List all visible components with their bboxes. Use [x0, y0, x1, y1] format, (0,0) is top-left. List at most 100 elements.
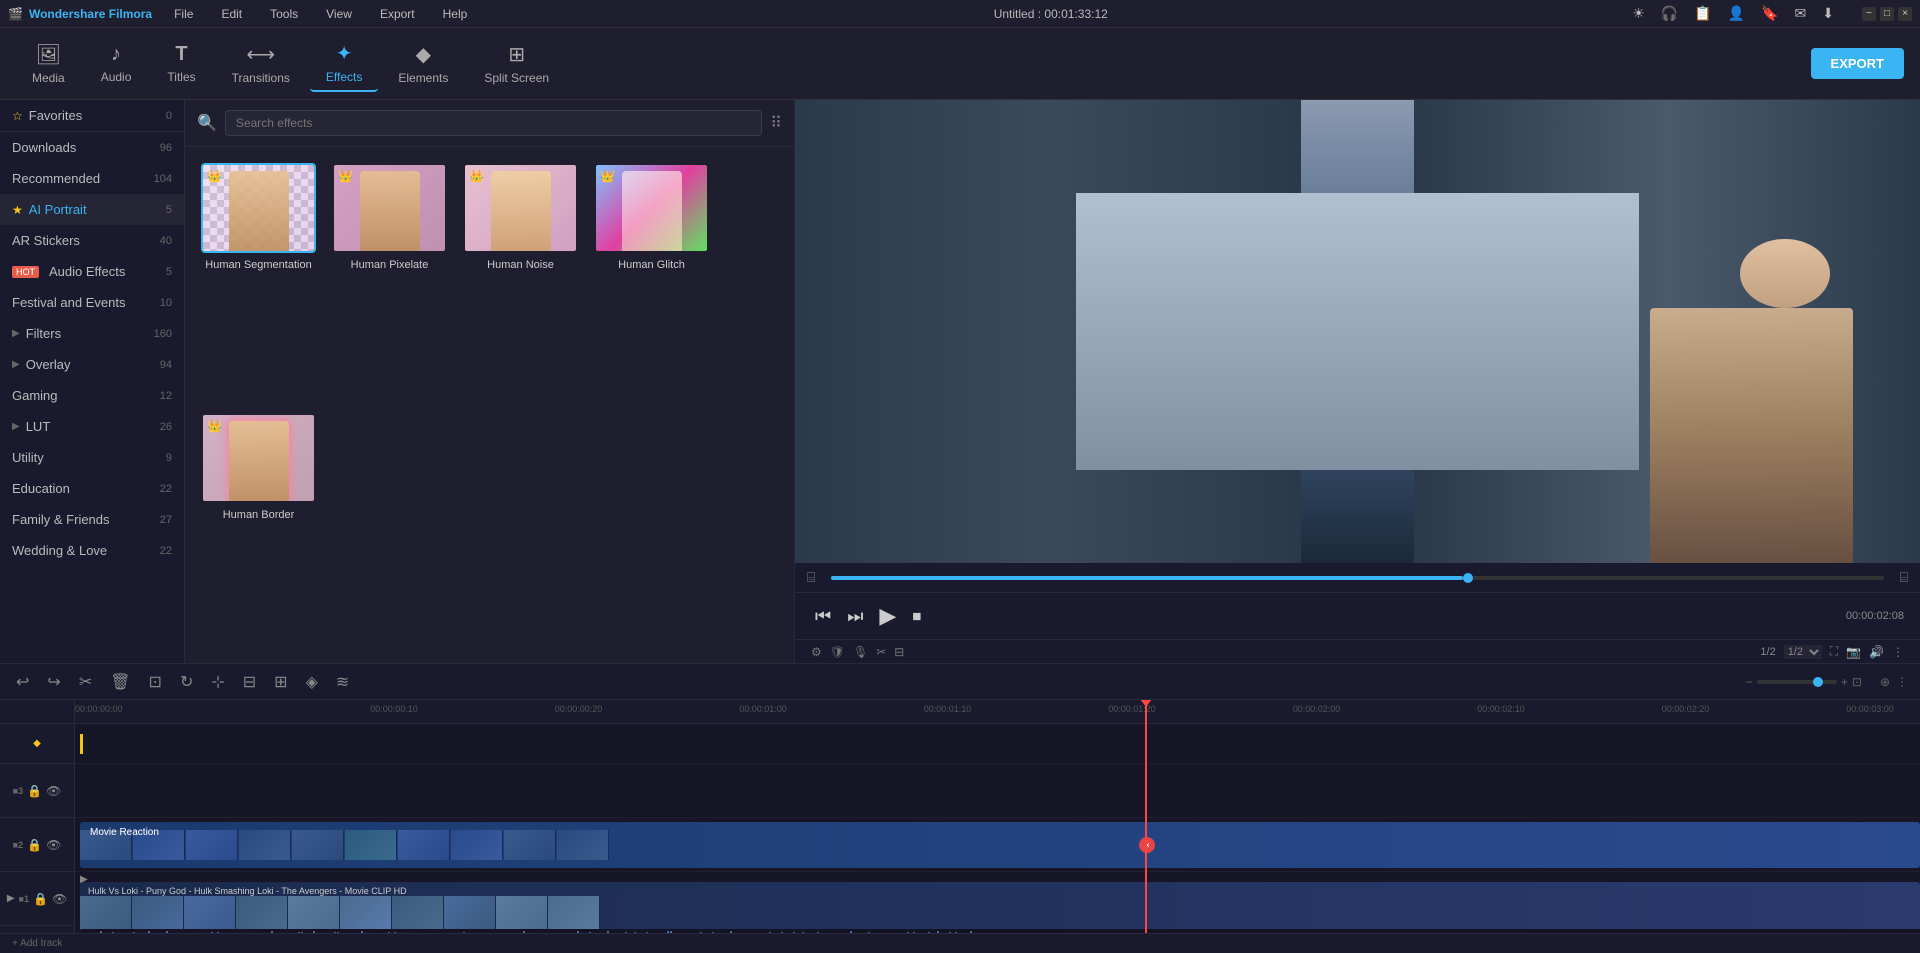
toolbar-elements[interactable]: ◆ Elements	[382, 36, 464, 91]
sidebar-item-education[interactable]: Education 22	[0, 473, 184, 504]
sidebar-label-ar-stickers: AR Stickers	[12, 233, 80, 248]
sidebar-item-ai-portrait[interactable]: ★ AI Portrait 5	[0, 194, 184, 225]
bracket-left-icon[interactable]: ⌸	[807, 569, 815, 586]
zoom-fit-icon[interactable]: ⊡	[1852, 675, 1862, 689]
sidebar-item-overlay[interactable]: ▶ Overlay 94	[0, 349, 184, 380]
download-icon[interactable]: ⬇	[1818, 3, 1838, 24]
redo-button[interactable]: ↪	[43, 670, 64, 694]
menu-view[interactable]: View	[320, 5, 358, 23]
volume-icon[interactable]: 🔊	[1869, 645, 1884, 659]
track1-eye-icon[interactable]: 👁	[52, 892, 67, 906]
export-button[interactable]: EXPORT	[1811, 48, 1904, 79]
ratio-select[interactable]: 1/21/1Full	[1784, 645, 1822, 659]
bookmark-icon[interactable]: 🔖	[1757, 3, 1782, 24]
toolbar-split-screen[interactable]: ⊞ Split Screen	[468, 36, 565, 91]
menu-file[interactable]: File	[168, 5, 199, 23]
toolbar-effects[interactable]: ✦ Effects	[310, 35, 378, 92]
settings-icon[interactable]: ⚙	[811, 645, 822, 659]
sidebar-item-utility[interactable]: Utility 9	[0, 442, 184, 473]
mic-icon[interactable]: 🎙	[853, 645, 868, 659]
track-header-3: ■3 🔒 👁	[0, 764, 74, 818]
scissors-icon[interactable]: ✂	[876, 645, 886, 659]
fullscreen-icon[interactable]: ⛶	[1830, 644, 1838, 659]
effect-item-human-segmentation[interactable]: 👑 Human Segmentation	[201, 163, 316, 397]
sidebar-item-wedding-love[interactable]: Wedding & Love 22	[0, 535, 184, 566]
more-icon[interactable]: ⋮	[1892, 645, 1904, 659]
headphone-icon[interactable]: 🎧	[1657, 3, 1682, 24]
sidebar-item-ar-stickers[interactable]: AR Stickers 40	[0, 225, 184, 256]
track3-eye-icon[interactable]: 👁	[46, 784, 61, 798]
track2-eye-icon[interactable]: 👁	[46, 838, 61, 852]
transform-button[interactable]: ⊞	[270, 670, 291, 694]
track1-clip-video[interactable]: Hulk Vs Loki - Puny God - Hulk Smashing …	[80, 882, 1920, 932]
zoom-slider[interactable]	[1757, 680, 1837, 684]
split-button[interactable]: ⊟	[239, 670, 260, 694]
track-row-1[interactable]: ▶ Hulk Vs Loki - Puny God - Hulk Smashin…	[75, 872, 1920, 933]
stop-button[interactable]: ⏹	[908, 602, 925, 631]
effect-item-human-noise[interactable]: 👑 Human Noise	[463, 163, 578, 397]
delete-button[interactable]: 🗑	[106, 670, 134, 694]
sidebar-item-downloads[interactable]: Downloads 96	[0, 132, 184, 163]
recommended-count: 104	[154, 173, 172, 185]
mail-icon[interactable]: ✉	[1791, 3, 1811, 24]
add-track-icon[interactable]: ⊕	[1880, 675, 1890, 689]
sidebar-item-lut[interactable]: ▶ LUT 26	[0, 411, 184, 442]
sidebar-item-filters[interactable]: ▶ Filters 160	[0, 318, 184, 349]
zoom-fit-button[interactable]: ⊹	[207, 670, 228, 694]
sidebar-item-gaming[interactable]: Gaming 12	[0, 380, 184, 411]
zoom-out-icon[interactable]: −	[1746, 675, 1753, 689]
close-button[interactable]: ×	[1898, 7, 1912, 21]
menu-help[interactable]: Help	[437, 5, 474, 23]
track2-clip[interactable]: Movie Reaction	[80, 822, 1920, 868]
track3-lock-icon[interactable]: 🔒	[27, 784, 42, 798]
clipboard-icon[interactable]: 📋	[1690, 3, 1715, 24]
search-input[interactable]	[225, 110, 762, 136]
play-button[interactable]: ▶	[875, 599, 900, 633]
audio-button[interactable]: ≋	[332, 670, 353, 694]
shield-icon[interactable]: 🛡	[830, 645, 845, 659]
progress-track[interactable]	[831, 576, 1883, 580]
effect-thumb-human-noise: 👑	[463, 163, 578, 253]
effect-item-human-pixelate[interactable]: 👑 Human Pixelate	[332, 163, 447, 397]
toolbar-titles[interactable]: T Titles	[151, 37, 211, 90]
camera-icon[interactable]: 📷	[1846, 645, 1861, 659]
loop-button[interactable]: ↻	[176, 670, 197, 694]
utility-count: 9	[166, 452, 172, 464]
sun-icon[interactable]: ☀	[1628, 3, 1649, 24]
sidebar-item-recommended[interactable]: Recommended 104	[0, 163, 184, 194]
minimize-button[interactable]: −	[1862, 7, 1876, 21]
effect-item-human-glitch[interactable]: 👑 Human Glitch	[594, 163, 709, 397]
track1-expand-icon[interactable]: ▶	[7, 893, 15, 904]
toolbar-media[interactable]: 🖼 Media	[16, 36, 81, 91]
track-row-2[interactable]: Movie Reaction	[75, 818, 1920, 872]
timeline-settings-icon[interactable]: ⋮	[1896, 675, 1908, 689]
zoom-in-icon[interactable]: +	[1841, 675, 1848, 689]
toolbar-transitions[interactable]: ⟷ Transitions	[216, 36, 306, 91]
sidebar-item-family-friends[interactable]: Family & Friends 27	[0, 504, 184, 535]
menu-export[interactable]: Export	[374, 5, 421, 23]
sidebar-scroll[interactable]: ☆ Favorites 0 Downloads 96 Recommended 1…	[0, 100, 184, 663]
effect-item-human-border[interactable]: 👑 Human Border	[201, 413, 316, 647]
grid-layout-button[interactable]: ⠿	[770, 113, 782, 133]
toolbar-audio[interactable]: ♪ Audio	[85, 37, 148, 90]
maximize-button[interactable]: □	[1880, 7, 1894, 21]
split-view-icon[interactable]: ⊟	[894, 645, 904, 659]
bracket-right-icon[interactable]: ⌸	[1900, 569, 1908, 586]
color-button[interactable]: ◈	[302, 670, 322, 694]
step-back-button[interactable]: ⏮	[811, 602, 835, 631]
track1-lock-icon[interactable]: 🔒	[33, 892, 48, 906]
menu-tools[interactable]: Tools	[264, 5, 304, 23]
add-track-button[interactable]: + Add track	[12, 938, 62, 949]
sidebar-item-audio-effects[interactable]: HOT Audio Effects 5	[0, 256, 184, 287]
window-controls: − □ ×	[1862, 7, 1912, 21]
crop-button[interactable]: ⊡	[145, 670, 166, 694]
sidebar-item-festival-events[interactable]: Festival and Events 10	[0, 287, 184, 318]
cut-button[interactable]: ✂	[75, 670, 96, 694]
undo-button[interactable]: ↩	[12, 670, 33, 694]
frame-back-button[interactable]: ⏭	[843, 602, 867, 631]
menu-edit[interactable]: Edit	[215, 5, 248, 23]
sidebar-item-favorites[interactable]: ☆ Favorites 0	[0, 100, 184, 131]
track2-lock-icon[interactable]: 🔒	[27, 838, 42, 852]
user-icon[interactable]: 👤	[1724, 3, 1749, 24]
timeline-tracks[interactable]: 00:00:00:00 00:00:00:10 00:00:00:20 00:0…	[75, 700, 1920, 933]
